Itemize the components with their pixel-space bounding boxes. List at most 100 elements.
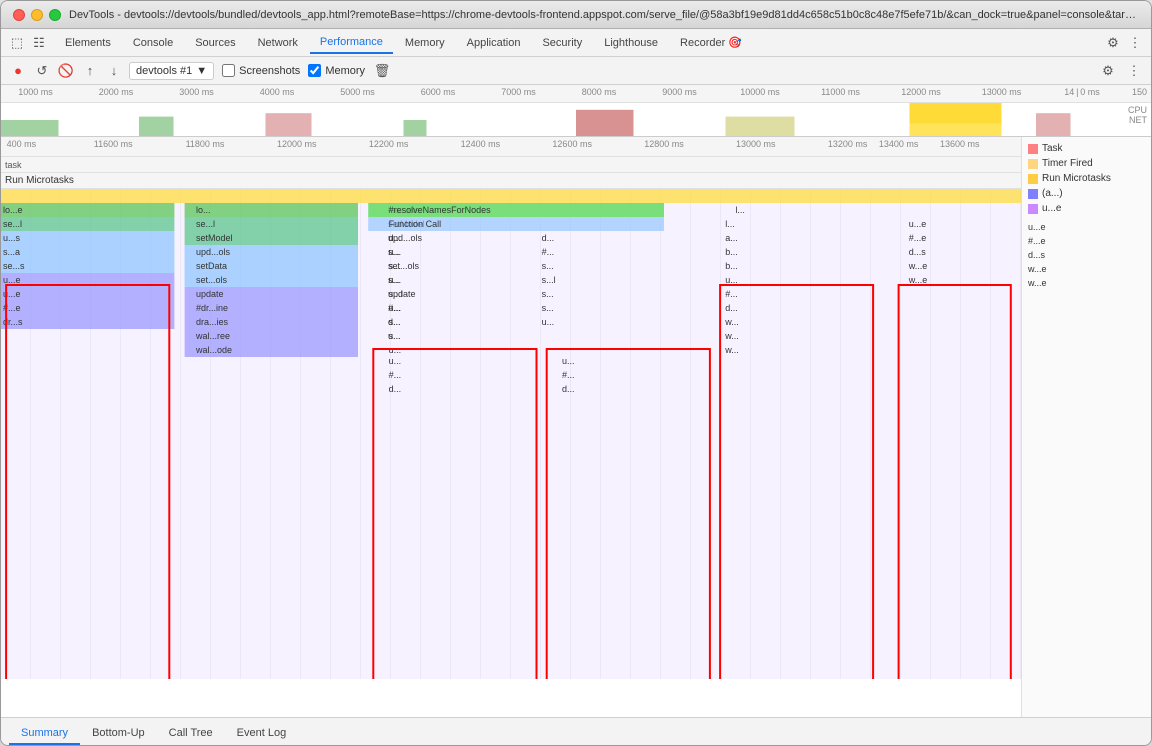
- target-selector[interactable]: devtools #1 ▼: [129, 62, 214, 80]
- secondary-toolbar: ● ↺ 🚫 ↑ ↓ devtools #1 ▼ Screenshots Memo…: [1, 57, 1151, 85]
- flame-walode-text: wal...ode: [195, 345, 232, 355]
- clear-button[interactable]: 🚫: [57, 62, 75, 80]
- memory-checkbox[interactable]: [308, 64, 321, 77]
- flame-setdata-text: setData: [196, 261, 227, 271]
- tab-console[interactable]: Console: [123, 33, 183, 53]
- devtools-window: DevTools - devtools://devtools/bundled/d…: [0, 0, 1152, 746]
- record-button[interactable]: ●: [9, 62, 27, 80]
- tick-9000: 9000 ms: [662, 87, 697, 97]
- flame-u-s[interactable]: [1, 231, 174, 245]
- tab-network[interactable]: Network: [248, 33, 308, 53]
- minimize-button[interactable]: [31, 9, 43, 21]
- legend-timer: Timer Fired: [1022, 156, 1151, 171]
- tab-summary[interactable]: Summary: [9, 723, 80, 745]
- flame-fr-ds: d...s: [909, 247, 927, 257]
- devtools-tabs: Elements Console Sources Network Perform…: [55, 32, 1105, 54]
- tab-elements[interactable]: Elements: [55, 33, 121, 53]
- flame-u-e1-text: u...e: [3, 275, 21, 285]
- flame-se-l2-text: se...l: [196, 219, 215, 229]
- flamechart-main: 400 ms 11600 ms 11800 ms 12000 ms 12200 …: [1, 137, 1021, 717]
- device-icon[interactable]: ☷: [31, 35, 47, 51]
- flame-s2-d: d...: [389, 384, 402, 394]
- legend-microtasks-color: [1028, 174, 1038, 184]
- legend-microtasks-label: Run Microtasks: [1042, 173, 1111, 184]
- flame-mid-s3: s...: [389, 331, 401, 341]
- right-panel: Task Timer Fired Run Microtasks (a...): [1021, 137, 1151, 717]
- tick-8000: 8000 ms: [582, 87, 617, 97]
- rp-item-5-text: w...e: [1028, 278, 1047, 288]
- flame-se-l[interactable]: [1, 217, 174, 231]
- dtick-400: 400 ms: [7, 139, 37, 149]
- close-button[interactable]: [13, 9, 25, 21]
- tab-memory[interactable]: Memory: [395, 33, 455, 53]
- more2-icon[interactable]: ⋮: [1125, 62, 1143, 80]
- flame-hash-e[interactable]: [1, 301, 174, 315]
- flame-update-text: update: [196, 289, 224, 299]
- flame-se-s[interactable]: [1, 259, 174, 273]
- flame-s-a-text: s...a: [3, 247, 20, 257]
- flame-s3-d: d...: [562, 384, 575, 394]
- tab-security[interactable]: Security: [532, 33, 592, 53]
- legend-u-e-label: u...e: [1042, 203, 1061, 214]
- flame-drline-text: #dr...ine: [196, 303, 228, 313]
- legend-task: Task: [1022, 141, 1151, 156]
- more-icon[interactable]: ⋮: [1127, 35, 1143, 51]
- download-button[interactable]: ↓: [105, 62, 123, 80]
- tab-lighthouse[interactable]: Lighthouse: [594, 33, 668, 53]
- flame-upd-ols-text: upd...ols: [196, 247, 231, 257]
- flame-u-s-text: u...s: [3, 233, 21, 243]
- settings-icon[interactable]: ⚙: [1105, 35, 1121, 51]
- tab-event-log[interactable]: Event Log: [225, 723, 299, 745]
- tab-application[interactable]: Application: [457, 33, 531, 53]
- legend-task-label: Task: [1042, 143, 1063, 154]
- tab-bottom-up[interactable]: Bottom-Up: [80, 723, 157, 745]
- flame-mr-u: u...: [542, 317, 555, 327]
- flame-r-u: u...: [725, 275, 738, 285]
- tick-5000: 5000 ms: [340, 87, 375, 97]
- flame-mid-u3: u...: [389, 303, 402, 313]
- tick-3000: 3000 ms: [179, 87, 214, 97]
- tick-12000: 12000 ms: [901, 87, 941, 97]
- tab-sources[interactable]: Sources: [185, 33, 245, 53]
- delete-icon[interactable]: 🗑: [373, 62, 391, 80]
- flame-mr-s2: s...: [542, 289, 554, 299]
- screenshots-checkbox[interactable]: [222, 64, 235, 77]
- flame-lo2[interactable]: [185, 203, 358, 217]
- tick-10000: 10000 ms: [740, 87, 780, 97]
- cpu-bar-5: [576, 110, 634, 137]
- flame-r-b2: b...: [725, 261, 738, 271]
- flame-mid-u2: u...: [389, 275, 402, 285]
- settings2-icon[interactable]: ⚙: [1099, 62, 1117, 80]
- checkboxes-area: Screenshots Memory 🗑: [222, 62, 391, 80]
- rp-item-5: w...e: [1022, 276, 1151, 290]
- rp-item-3-text: d...s: [1028, 250, 1045, 260]
- flame-chart-svg: lo...e se...l u...s s...a se...s: [1, 189, 1021, 679]
- tick-6000: 6000 ms: [421, 87, 456, 97]
- rp-item-2-text: #...e: [1028, 236, 1046, 246]
- tick-7000: 7000 ms: [501, 87, 536, 97]
- overview-chart[interactable]: CPU NET: [1, 103, 1151, 137]
- reload-button[interactable]: ↺: [33, 62, 51, 80]
- inspect-icon[interactable]: ⬚: [9, 35, 25, 51]
- flame-fr-we: w...e: [908, 261, 928, 271]
- rp-item-1: u...e: [1022, 220, 1151, 234]
- flame-r-l: l...: [725, 219, 735, 229]
- secondary-toolbar-right: ⚙ ⋮: [1099, 62, 1143, 80]
- upload-button[interactable]: ↑: [81, 62, 99, 80]
- tick-2000: 2000 ms: [99, 87, 134, 97]
- tab-call-tree[interactable]: Call Tree: [157, 723, 225, 745]
- flame-u-e2[interactable]: [1, 287, 174, 301]
- tick-1000: 1000 ms: [18, 87, 53, 97]
- secondary-toolbar-left: ● ↺ 🚫 ↑ ↓ devtools #1 ▼: [9, 62, 214, 80]
- maximize-button[interactable]: [49, 9, 61, 21]
- flame-dr-s[interactable]: [1, 315, 174, 329]
- flame-s-a[interactable]: [1, 245, 174, 259]
- tab-recorder[interactable]: Recorder 🎯: [670, 32, 752, 53]
- legend-u-e-color: [1028, 204, 1038, 214]
- flame-lo-e[interactable]: [1, 203, 174, 217]
- detail-ruler: 400 ms 11600 ms 11800 ms 12000 ms 12200 …: [1, 137, 1021, 157]
- flame-chart-area[interactable]: lo...e se...l u...s s...a se...s: [1, 189, 1021, 679]
- flame-r-w3: w...: [724, 345, 739, 355]
- dtick-13400: 13400 ms: [879, 139, 919, 149]
- tab-performance[interactable]: Performance: [310, 32, 393, 54]
